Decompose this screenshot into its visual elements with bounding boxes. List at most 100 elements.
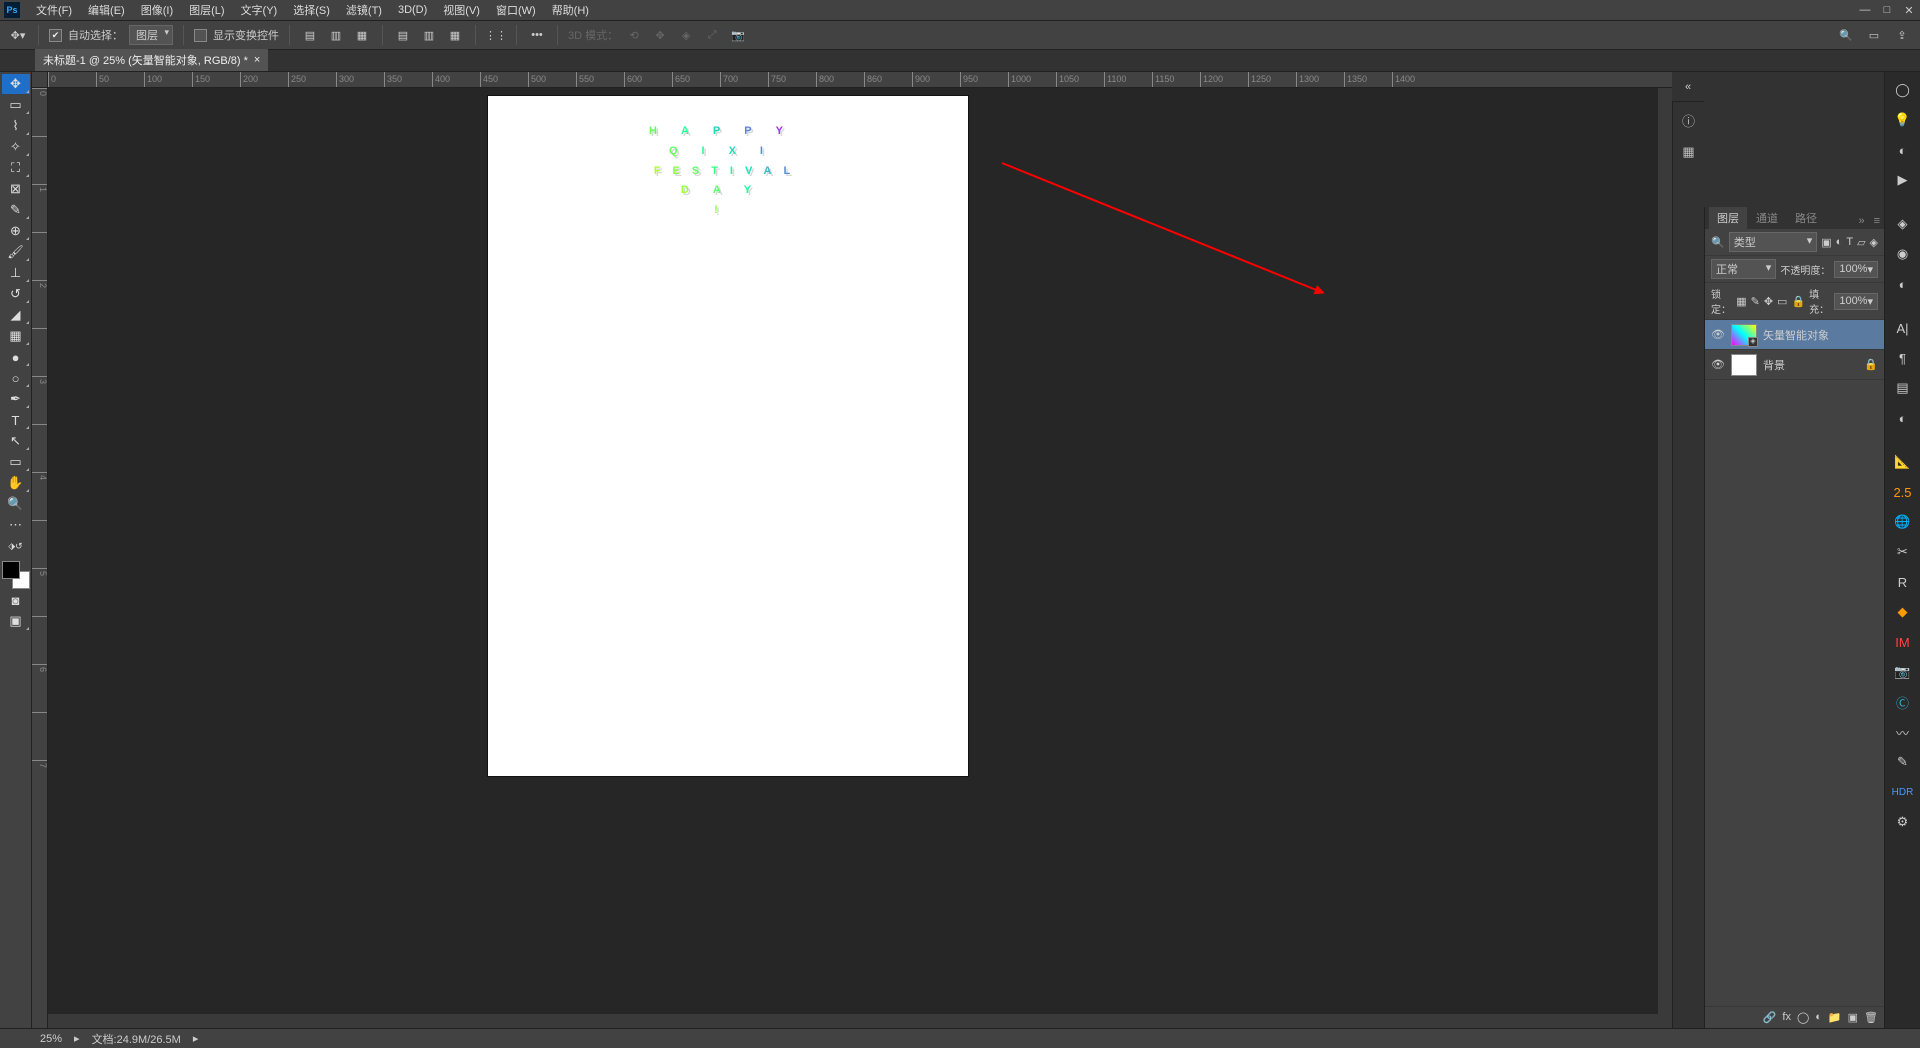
- color-swatches[interactable]: [2, 561, 30, 589]
- version-icon[interactable]: 2.5: [1889, 480, 1917, 504]
- link-layers-icon[interactable]: 🔗: [1763, 1011, 1777, 1024]
- more-options-icon[interactable]: •••: [527, 25, 547, 45]
- filter-type-icon[interactable]: T: [1846, 236, 1853, 248]
- align-right-icon[interactable]: ▦: [352, 25, 372, 45]
- autoselect-target-select[interactable]: 图层: [129, 25, 173, 45]
- brush-rail-icon[interactable]: ✎: [1889, 750, 1917, 774]
- menu-filter[interactable]: 滤镜(T): [338, 2, 390, 18]
- adjustment-layer-icon[interactable]: ◐: [1815, 1011, 1822, 1024]
- canvas-area[interactable]: 0501001502002503003504004505005506006507…: [32, 72, 1672, 1028]
- distribute-icon[interactable]: ⋮⋮: [486, 25, 506, 45]
- screenmode-icon[interactable]: ▣: [2, 611, 30, 631]
- grid-panel-icon[interactable]: ▦: [1677, 140, 1701, 164]
- menu-file[interactable]: 文件(F): [28, 2, 80, 18]
- globe-icon[interactable]: 🌐: [1889, 510, 1917, 534]
- document-tab[interactable]: 未标题-1 @ 25% (矢量智能对象, RGB/8) * ×: [35, 49, 268, 71]
- opacity-input[interactable]: 100%▾: [1834, 261, 1878, 278]
- close-button[interactable]: ✕: [1898, 1, 1920, 19]
- contrast-icon[interactable]: ◐: [1889, 406, 1917, 430]
- tab-layers[interactable]: 图层: [1709, 207, 1747, 229]
- tab-paths[interactable]: 路径: [1787, 207, 1825, 229]
- menu-help[interactable]: 帮助(H): [544, 2, 597, 18]
- im-icon[interactable]: IM: [1889, 630, 1917, 654]
- lock-artboard-icon[interactable]: ▭: [1777, 295, 1787, 308]
- layer-group-icon[interactable]: 📁: [1828, 1011, 1842, 1024]
- horizontal-scrollbar[interactable]: [48, 1014, 1658, 1028]
- search-filter-icon[interactable]: 🔍: [1711, 236, 1725, 249]
- camera-icon[interactable]: 📷: [1889, 660, 1917, 684]
- lasso-tool[interactable]: ⌇: [2, 116, 30, 136]
- menu-window[interactable]: 窗口(W): [488, 2, 544, 18]
- history-brush-tool[interactable]: ↺: [2, 284, 30, 304]
- gear-icon[interactable]: ⚙: [1889, 810, 1917, 834]
- character-panel-icon[interactable]: A|: [1889, 316, 1917, 340]
- shape-tool[interactable]: ▭: [2, 452, 30, 472]
- brush-tool[interactable]: 🖌: [2, 242, 30, 262]
- play-icon[interactable]: ▶: [1889, 168, 1917, 192]
- document-tab-close-icon[interactable]: ×: [254, 54, 260, 66]
- filter-type-select[interactable]: 类型▾: [1729, 232, 1818, 252]
- menu-layer[interactable]: 图层(L): [181, 2, 232, 18]
- ruler-origin[interactable]: [32, 72, 48, 88]
- crop-tool[interactable]: ⛶: [2, 158, 30, 178]
- marquee-tool[interactable]: ▭: [2, 95, 30, 115]
- foreground-color-swatch[interactable]: [2, 561, 20, 579]
- hdr-icon[interactable]: HDR: [1889, 780, 1917, 804]
- align-bottom-icon[interactable]: ▦: [445, 25, 465, 45]
- filter-smart-icon[interactable]: ◈: [1870, 236, 1878, 249]
- tab-channels[interactable]: 通道: [1748, 207, 1786, 229]
- panel-menu-icon[interactable]: ≡: [1870, 213, 1884, 229]
- wave-icon[interactable]: 〰: [1889, 720, 1917, 744]
- layer-row-smartobject[interactable]: 👁 ◈ 矢量智能对象: [1705, 320, 1884, 350]
- fill-input[interactable]: 100%▾: [1834, 293, 1878, 310]
- collapse-panels-icon[interactable]: «: [1685, 81, 1691, 93]
- layer-fx-icon[interactable]: fx: [1782, 1011, 1791, 1024]
- layer-thumbnail[interactable]: ◈: [1731, 324, 1757, 346]
- zoom-level[interactable]: 25%: [40, 1033, 62, 1045]
- layer-thumbnail[interactable]: [1731, 354, 1757, 376]
- menu-view[interactable]: 视图(V): [435, 2, 488, 18]
- search-icon[interactable]: 🔍: [1836, 25, 1856, 45]
- type-tool[interactable]: T: [2, 410, 30, 430]
- blur-tool[interactable]: ●: [2, 347, 30, 367]
- align-hcenter-icon[interactable]: ▥: [326, 25, 346, 45]
- horizontal-ruler[interactable]: 0501001502002503003504004505005506006507…: [48, 72, 1672, 88]
- zoom-tool[interactable]: 🔍: [2, 494, 30, 514]
- frame-tool[interactable]: ⊠: [2, 179, 30, 199]
- support-icon[interactable]: ◐: [1889, 138, 1917, 162]
- dodge-tool[interactable]: ○: [2, 368, 30, 388]
- delete-layer-icon[interactable]: 🗑: [1864, 1011, 1878, 1024]
- vertical-ruler[interactable]: 01234567: [32, 88, 48, 1028]
- pen-tool[interactable]: ✒: [2, 389, 30, 409]
- quickmask-icon[interactable]: ◙: [2, 590, 30, 610]
- filter-pixel-icon[interactable]: ▣: [1821, 236, 1831, 249]
- paragraph-panel-icon[interactable]: ¶: [1889, 346, 1917, 370]
- scissors-icon[interactable]: ✂: [1889, 540, 1917, 564]
- visibility-icon[interactable]: 👁: [1711, 328, 1725, 341]
- hand-tool[interactable]: ✋: [2, 473, 30, 493]
- learn-icon[interactable]: 💡: [1889, 108, 1917, 132]
- menu-type[interactable]: 文字(Y): [233, 2, 286, 18]
- lock-position-icon[interactable]: ✥: [1764, 295, 1773, 308]
- edit-toolbar-icon[interactable]: ⋯: [2, 515, 30, 535]
- move-tool[interactable]: ✥: [2, 74, 30, 94]
- document-canvas[interactable]: HAPPY QIXI FESTIVAL DAY !: [488, 96, 968, 776]
- chevron-right-icon[interactable]: ▸: [193, 1032, 199, 1045]
- menu-image[interactable]: 图像(I): [133, 2, 181, 18]
- chevron-right-icon[interactable]: ▸: [74, 1032, 80, 1045]
- panel-collapse-icon[interactable]: »: [1854, 213, 1868, 229]
- blend-mode-select[interactable]: 正常▾: [1711, 259, 1776, 279]
- move-tool-icon[interactable]: ✥▾: [8, 25, 28, 45]
- r-pro-icon[interactable]: R: [1889, 570, 1917, 594]
- cc-link-icon[interactable]: ◯: [1889, 78, 1917, 102]
- eraser-tool[interactable]: ◢: [2, 305, 30, 325]
- minimize-button[interactable]: —: [1854, 1, 1876, 19]
- align-left-icon[interactable]: ▤: [300, 25, 320, 45]
- eyedropper-tool[interactable]: ✎: [2, 200, 30, 220]
- layer-row-background[interactable]: 👁 背景 🔒: [1705, 350, 1884, 380]
- path-select-tool[interactable]: ↖: [2, 431, 30, 451]
- measure-icon[interactable]: 📐: [1889, 450, 1917, 474]
- lock-all-icon[interactable]: 🔒: [1791, 295, 1805, 308]
- show-transform-checkbox[interactable]: [194, 29, 207, 42]
- menu-edit[interactable]: 编辑(E): [80, 2, 133, 18]
